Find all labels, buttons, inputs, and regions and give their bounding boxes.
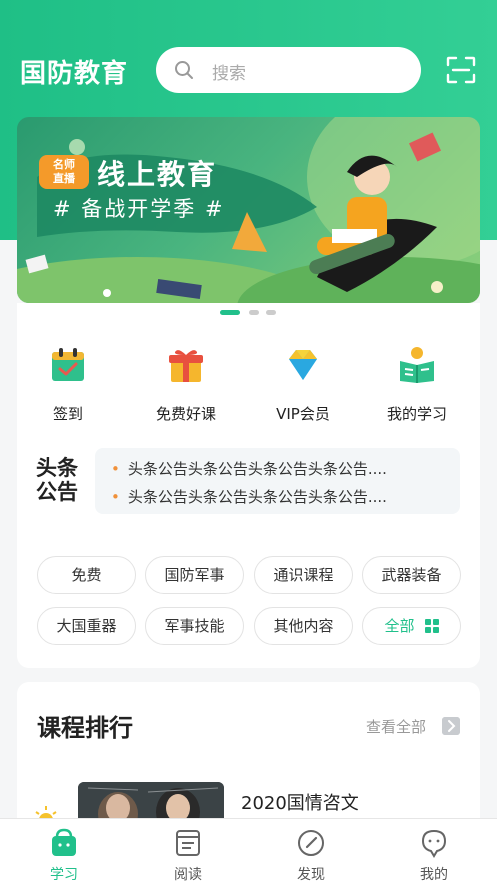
category-chip-national-power[interactable]: 大国重器 <box>37 607 136 645</box>
bullet-icon: • <box>111 488 120 506</box>
banner-subtitle: # 备战开学季 # <box>53 197 225 221</box>
category-chip-military-skills[interactable]: 军事技能 <box>145 607 244 645</box>
category-chip-all-label: 全部 <box>384 617 415 635</box>
scan-icon[interactable] <box>446 56 476 84</box>
bottom-tab-bar: 学习 阅读 发现 我的 <box>0 818 497 883</box>
chevron-right-icon[interactable] <box>442 717 460 735</box>
search-placeholder: 搜索 <box>212 64 246 84</box>
quick-action-label: 我的学习 <box>386 405 447 423</box>
grid-icon <box>424 619 439 633</box>
top-header: 国防教育 搜索 <box>0 0 497 110</box>
headline-logo: 头条 公告 <box>36 456 86 510</box>
quick-action-label: 签到 <box>52 405 83 423</box>
course-title[interactable]: 2020国情咨文 <box>241 789 359 815</box>
app-title: 国防教育 <box>20 59 129 89</box>
search-input[interactable]: 搜索 <box>156 47 421 93</box>
quick-action-my-learning[interactable]: 我的学习 <box>367 345 467 424</box>
banner-title: 线上教育 <box>97 158 218 191</box>
category-chip-free[interactable]: 免费 <box>37 556 136 594</box>
banner-pagination <box>0 310 497 318</box>
compass-icon <box>298 830 324 856</box>
diamond-icon <box>289 350 317 380</box>
gift-icon <box>169 350 203 382</box>
promo-banner[interactable]: 名师 直播 线上教育 # 备战开学季 # <box>17 117 480 303</box>
tab-label: 我的 <box>420 867 448 883</box>
tab-profile[interactable]: 我的 <box>372 819 496 883</box>
tab-discover[interactable]: 发现 <box>249 819 373 883</box>
pagination-dot-active[interactable] <box>220 310 240 315</box>
quick-action-free-courses[interactable]: 免费好课 <box>136 345 236 424</box>
tab-study[interactable]: 学习 <box>2 819 126 883</box>
tab-reading[interactable]: 阅读 <box>126 819 250 883</box>
headline-logo-line2: 公告 <box>36 480 78 504</box>
tab-label: 发现 <box>297 867 325 883</box>
profile-icon <box>421 829 447 858</box>
quick-action-label: VIP会员 <box>276 405 330 423</box>
study-bag-icon <box>52 828 76 856</box>
category-chip-all[interactable]: 全部 <box>362 607 461 645</box>
quick-action-label: 免费好课 <box>155 405 216 423</box>
see-all-link[interactable]: 查看全部 <box>366 716 426 737</box>
pagination-dot[interactable] <box>266 310 276 315</box>
category-chip-defense[interactable]: 国防军事 <box>145 556 244 594</box>
banner-tag: 名师 直播 <box>39 155 89 189</box>
reading-icon <box>176 830 200 856</box>
tab-label: 学习 <box>50 867 78 883</box>
news-item[interactable]: • 头条公告头条公告头条公告头条公告.... <box>111 458 387 479</box>
category-chip-other[interactable]: 其他内容 <box>254 607 353 645</box>
search-icon <box>175 61 193 79</box>
pagination-dot[interactable] <box>249 310 259 315</box>
category-chip-weapons[interactable]: 武器装备 <box>362 556 461 594</box>
headline-news-box: • 头条公告头条公告头条公告头条公告.... • 头条公告头条公告头条公告头条公告.… <box>95 448 460 514</box>
news-item[interactable]: • 头条公告头条公告头条公告头条公告.... <box>111 486 387 507</box>
banner-tag-line2: 直播 <box>53 172 75 185</box>
news-item-text: 头条公告头条公告头条公告头条公告.... <box>127 488 387 506</box>
banner-tag-line1: 名师 <box>53 158 75 171</box>
bullet-icon: • <box>111 460 120 478</box>
headline-logo-line1: 头条 <box>36 456 78 480</box>
calendar-check-icon <box>52 348 84 381</box>
news-item-text: 头条公告头条公告头条公告头条公告.... <box>127 460 387 478</box>
quick-action-checkin[interactable]: 签到 <box>18 345 118 424</box>
quick-action-vip[interactable]: VIP会员 <box>253 345 353 424</box>
category-chip-general[interactable]: 通识课程 <box>254 556 353 594</box>
ranking-title: 课程排行 <box>37 714 133 742</box>
tab-label: 阅读 <box>174 867 202 883</box>
book-reader-icon <box>400 347 434 383</box>
